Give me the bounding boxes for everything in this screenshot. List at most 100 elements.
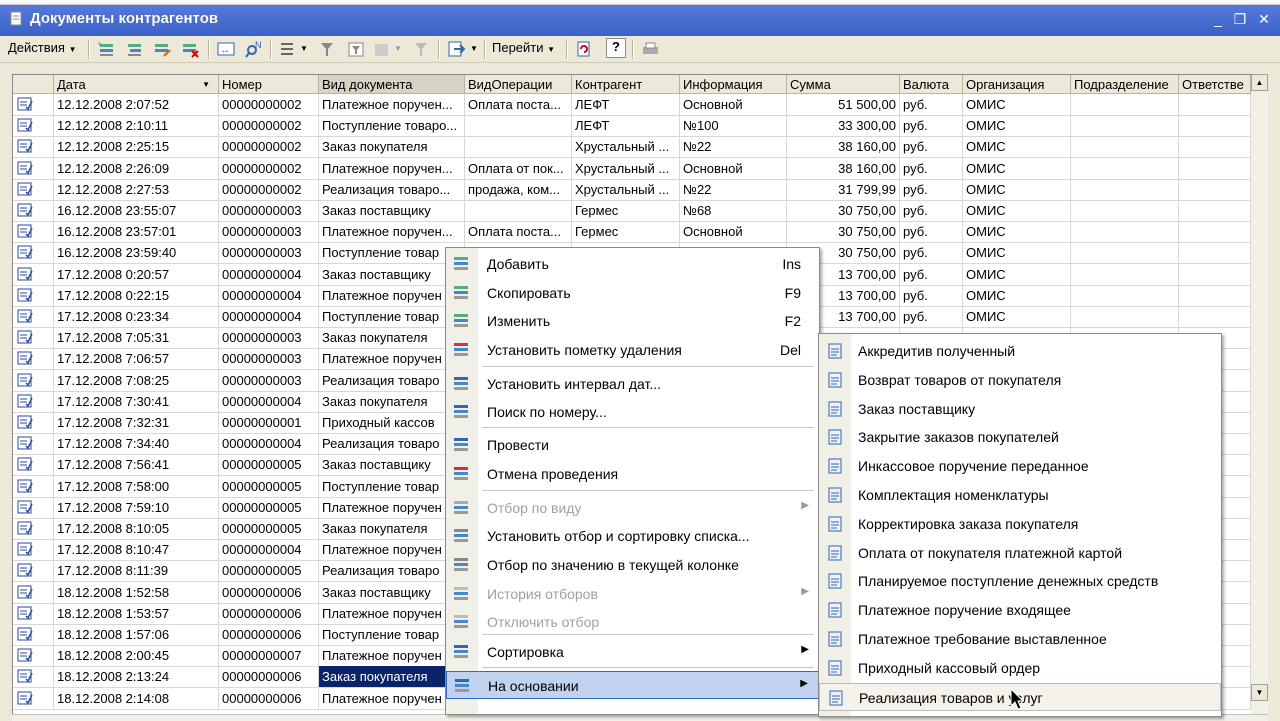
- table-row[interactable]: 12.12.2008 2:10:11 00000000002 Поступление…: [13, 115, 1251, 138]
- table-cell-doc[interactable]: Заказ поставщику: [319, 200, 465, 221]
- table-cell-date[interactable]: 12.12.2008 2:27:53: [54, 178, 219, 200]
- table-cell-dep[interactable]: [1071, 284, 1179, 306]
- table-cell-doc[interactable]: Приходный кассов: [319, 412, 465, 433]
- table-cell-num[interactable]: 00000000004: [219, 284, 319, 306]
- table-cell-sum[interactable]: 30 750,00: [787, 200, 900, 221]
- table-cell-resp[interactable]: [1179, 221, 1251, 243]
- table-cell-doc[interactable]: Заказ поставщику: [319, 263, 465, 285]
- table-cell-resp[interactable]: [1179, 200, 1251, 221]
- table-cell-cur[interactable]: руб.: [900, 284, 963, 306]
- table-cell-resp[interactable]: [1179, 242, 1251, 264]
- vertical-scrollbar[interactable]: ▲ ▼: [1251, 74, 1268, 714]
- table-cell-dep[interactable]: [1071, 157, 1179, 179]
- table-cell-contr[interactable]: ЛЕФТ: [572, 115, 680, 137]
- scroll-down-icon[interactable]: ▼: [1251, 684, 1268, 701]
- table-cell-cur[interactable]: руб.: [900, 94, 963, 115]
- table-cell-date[interactable]: 17.12.2008 7:05:31: [54, 327, 219, 349]
- table-cell-op[interactable]: Оплата поста...: [465, 221, 572, 243]
- table-cell-doc[interactable]: Платежное поручен: [319, 645, 465, 667]
- table-cell-cur[interactable]: руб.: [900, 242, 963, 264]
- table-cell-date[interactable]: 17.12.2008 0:23:34: [54, 306, 219, 327]
- table-cell-doc[interactable]: Платежное поручен...: [319, 94, 465, 115]
- table-cell-resp[interactable]: [1179, 157, 1251, 179]
- table-cell-date[interactable]: 17.12.2008 7:08:25: [54, 369, 219, 391]
- table-cell-doc[interactable]: Реализация товаро: [319, 560, 465, 582]
- column-header-number[interactable]: Номер: [219, 75, 319, 94]
- column-header-department[interactable]: Подразделение: [1071, 75, 1179, 94]
- table-cell-date[interactable]: 18.12.2008 2:14:08: [54, 687, 219, 709]
- table-cell-date[interactable]: 18.12.2008 2:00:45: [54, 645, 219, 667]
- refresh-icon[interactable]: [574, 39, 594, 59]
- table-cell-org[interactable]: ОМИС: [963, 306, 1071, 327]
- table-cell-resp[interactable]: [1179, 178, 1251, 200]
- column-header-doc-type[interactable]: Вид документа: [319, 75, 465, 94]
- table-cell-cur[interactable]: руб.: [900, 115, 963, 137]
- close-button[interactable]: ✕: [1254, 10, 1274, 28]
- table-cell-resp[interactable]: [1179, 284, 1251, 306]
- table-cell-op[interactable]: Оплата поста...: [465, 94, 572, 115]
- table-cell-org[interactable]: ОМИС: [963, 263, 1071, 285]
- table-cell-doc[interactable]: Платежное поручен: [319, 284, 465, 306]
- table-cell-date[interactable]: 16.12.2008 23:57:01: [54, 221, 219, 243]
- submenu-item[interactable]: Закрытие заказов покупателей: [819, 423, 1221, 451]
- table-cell-date[interactable]: 17.12.2008 0:22:15: [54, 284, 219, 306]
- icon-column-header[interactable]: [13, 75, 54, 94]
- table-cell-resp[interactable]: [1179, 94, 1251, 115]
- table-cell-dep[interactable]: [1071, 200, 1179, 221]
- copy-icon[interactable]: [124, 39, 144, 59]
- table-cell-num[interactable]: 00000000005: [219, 454, 319, 476]
- table-cell-resp[interactable]: [1179, 136, 1251, 158]
- table-cell-sum[interactable]: 51 500,00: [787, 94, 900, 115]
- table-cell-cur[interactable]: руб.: [900, 306, 963, 327]
- table-cell-num[interactable]: 00000000005: [219, 518, 319, 539]
- table-cell-dep[interactable]: [1071, 263, 1179, 285]
- help-button[interactable]: ?: [606, 38, 626, 58]
- table-cell-dep[interactable]: [1071, 306, 1179, 327]
- table-cell-num[interactable]: 00000000002: [219, 157, 319, 179]
- table-cell-doc[interactable]: Заказ покупателя: [319, 136, 465, 158]
- table-cell-num[interactable]: 00000000006: [219, 687, 319, 709]
- column-header-operation[interactable]: ВидОперации: [465, 75, 572, 94]
- table-cell-org[interactable]: ОМИС: [963, 284, 1071, 306]
- goto-menu-button[interactable]: Перейти ▼: [492, 40, 555, 55]
- table-cell-cur[interactable]: руб.: [900, 221, 963, 243]
- table-cell-info[interactable]: Основной: [680, 157, 787, 179]
- table-cell-num[interactable]: 00000000007: [219, 645, 319, 667]
- table-cell-date[interactable]: 16.12.2008 23:59:40: [54, 242, 219, 264]
- table-cell-doc[interactable]: Платежное поручен: [319, 539, 465, 561]
- date-interval-icon[interactable]: ↔: [216, 39, 236, 59]
- table-cell-doc[interactable]: Платежное поручен: [319, 602, 465, 624]
- table-cell-sum[interactable]: 33 300,00: [787, 115, 900, 137]
- table-cell-date[interactable]: 17.12.2008 7:30:41: [54, 390, 219, 412]
- table-row[interactable]: 16.12.2008 23:57:01 00000000003 Платежное …: [13, 221, 1251, 244]
- table-cell-dep[interactable]: [1071, 136, 1179, 158]
- table-cell-date[interactable]: 12.12.2008 2:25:15: [54, 136, 219, 158]
- column-header-counterparty[interactable]: Контрагент: [572, 75, 680, 94]
- table-cell-num[interactable]: 00000000005: [219, 496, 319, 518]
- table-cell-doc[interactable]: Платежное поручен...: [319, 221, 465, 243]
- table-cell-num[interactable]: 00000000002: [219, 94, 319, 115]
- submenu-item[interactable]: Платежное требование выставленное: [819, 625, 1221, 653]
- table-cell-date[interactable]: 17.12.2008 7:06:57: [54, 348, 219, 370]
- menu-item-filter-sort[interactable]: Установить отбор и сортировку списка...: [446, 522, 819, 550]
- table-cell-cur[interactable]: руб.: [900, 200, 963, 221]
- table-cell-num[interactable]: 00000000006: [219, 624, 319, 645]
- table-cell-num[interactable]: 00000000003: [219, 242, 319, 264]
- table-cell-op[interactable]: [465, 115, 572, 137]
- table-cell-cur[interactable]: руб.: [900, 263, 963, 285]
- table-cell-dep[interactable]: [1071, 94, 1179, 115]
- table-cell-org[interactable]: ОМИС: [963, 94, 1071, 115]
- filter-off-icon[interactable]: [412, 39, 432, 59]
- menu-item-delete-mark[interactable]: Установить пометку удаления Del: [446, 336, 819, 364]
- table-cell-doc[interactable]: Поступление товар: [319, 475, 465, 497]
- table-cell-date[interactable]: 17.12.2008 0:20:57: [54, 263, 219, 285]
- menu-item-add[interactable]: Добавить Ins: [446, 250, 819, 278]
- table-cell-num[interactable]: 00000000003: [219, 348, 319, 370]
- search-number-icon[interactable]: N: [244, 39, 264, 59]
- table-cell-dep[interactable]: [1071, 178, 1179, 200]
- table-cell-doc[interactable]: Платежное поручен: [319, 687, 465, 709]
- filter-sort-icon[interactable]: [318, 39, 338, 59]
- table-cell-org[interactable]: ОМИС: [963, 157, 1071, 179]
- table-cell-resp[interactable]: [1179, 115, 1251, 137]
- table-cell-doc[interactable]: Поступление товаро...: [319, 115, 465, 137]
